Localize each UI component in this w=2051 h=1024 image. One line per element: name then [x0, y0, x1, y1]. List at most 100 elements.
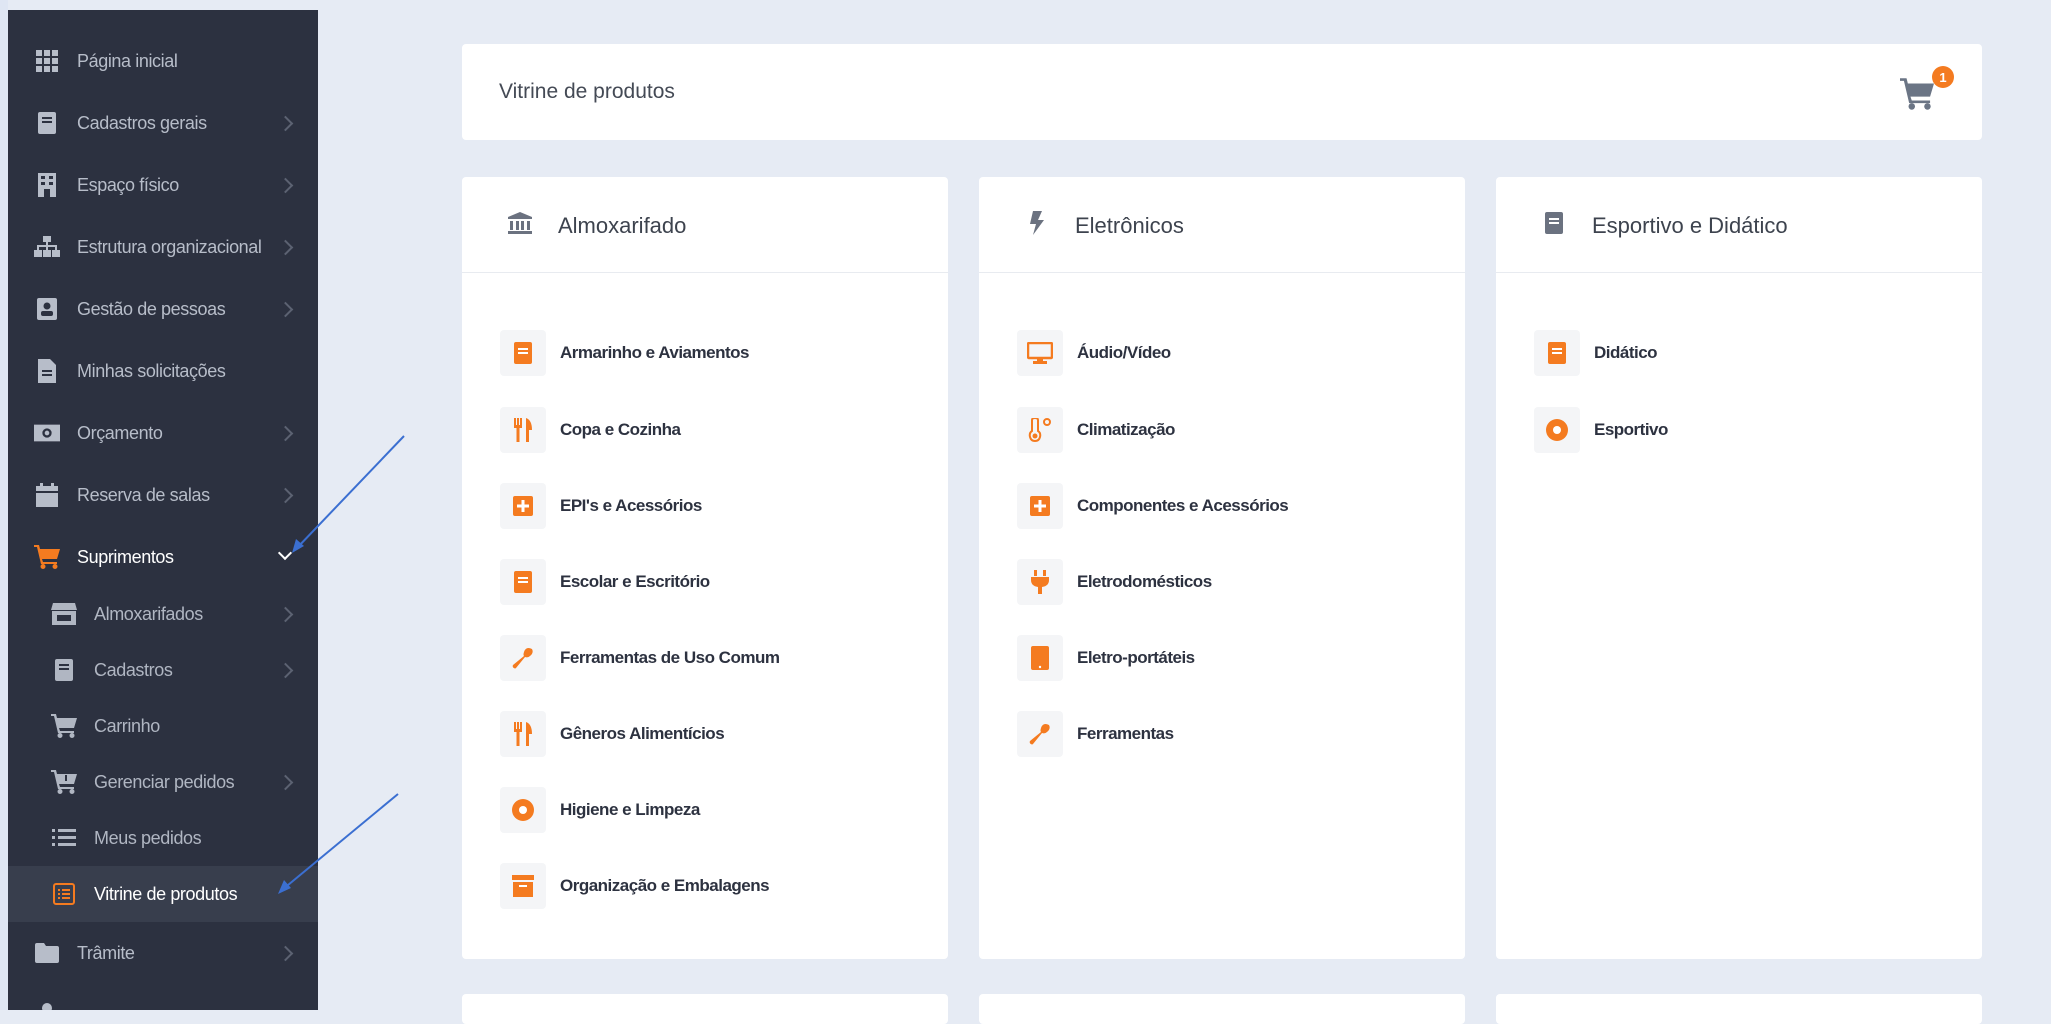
category-header: Eletrônicos: [979, 177, 1465, 273]
subcategory-label: Esportivo: [1594, 420, 1668, 439]
sidebar: Página inicial Cadastros gerais Espaço f…: [8, 10, 318, 1010]
window-edge: [0, 0, 8, 1010]
subcategory-label: Eletro-portáteis: [1077, 648, 1195, 667]
sidebar-item-pagina-inicial[interactable]: Página inicial: [8, 30, 318, 92]
grid-icon: [34, 48, 60, 74]
sidebar-subitem-vitrine-de-produtos[interactable]: Vitrine de produtos: [8, 866, 318, 922]
sidebar-item-cadastros-gerais[interactable]: Cadastros gerais: [8, 92, 318, 154]
sidebar-item-suprimentos[interactable]: Suprimentos: [8, 526, 318, 588]
file-icon: [34, 358, 60, 384]
subcategory-escolar[interactable]: Escolar e Escritório: [500, 558, 710, 606]
subcategory-label: EPI's e Acessórios: [560, 496, 702, 515]
cart-arrow-icon: [51, 769, 77, 795]
tablet-icon: [1017, 635, 1063, 681]
subcategory-copa-cozinha[interactable]: Copa e Cozinha: [500, 406, 681, 454]
chevron-right-icon: [277, 301, 294, 317]
chevron-right-icon: [277, 662, 294, 678]
subcategory-label: Organização e Embalagens: [560, 876, 770, 895]
category-card-esportivo-didatico: Esportivo e Didático Didático Esportivo: [1496, 177, 1982, 959]
bolt-icon: [1025, 211, 1049, 235]
subcategory-climatizacao[interactable]: Climatização: [1017, 406, 1175, 454]
subcategory-label: Ferramentas de Uso Comum: [560, 648, 780, 667]
chevron-down-icon: [277, 545, 293, 561]
sidebar-item-label: Minhas solicitações: [77, 360, 226, 381]
subcategory-label: Gêneros Alimentícios: [560, 724, 725, 743]
category-card-eletronicos: Eletrônicos Áudio/Vídeo Climatização Com…: [979, 177, 1465, 959]
sidebar-item-orcamento[interactable]: Orçamento: [8, 402, 318, 464]
plus-square-icon: [1017, 483, 1063, 529]
bank-icon: [508, 211, 532, 235]
sidebar-item-tramite[interactable]: Trâmite: [8, 922, 318, 984]
sidebar-subitem-almoxarifados[interactable]: Almoxarifados: [8, 586, 318, 642]
sidebar-item-label: Espaço físico: [77, 174, 179, 195]
category-header: Esportivo e Didático: [1496, 177, 1982, 273]
subcategory-label: Climatização: [1077, 420, 1175, 439]
sidebar-item-gestao-de-pessoas[interactable]: Gestão de pessoas: [8, 278, 318, 340]
utensils-icon: [500, 711, 546, 757]
sidebar-item-espaco-fisico[interactable]: Espaço físico: [8, 154, 318, 216]
archive-icon: [500, 863, 546, 909]
subcategory-epis[interactable]: EPI's e Acessórios: [500, 482, 702, 530]
subcategory-label: Copa e Cozinha: [560, 420, 681, 439]
subcategory-label: Didático: [1594, 343, 1658, 362]
cart-button[interactable]: 1: [1896, 66, 1954, 118]
subcategory-componentes[interactable]: Componentes e Acessórios: [1017, 482, 1289, 530]
category-title: Eletrônicos: [1075, 213, 1184, 238]
subcategory-label: Áudio/Vídeo: [1077, 343, 1171, 362]
subcategory-ferramentas-uso-comum[interactable]: Ferramentas de Uso Comum: [500, 634, 780, 682]
utensils-icon: [500, 407, 546, 453]
category-card-almoxarifado: Almoxarifado Armarinho e Aviamentos Copa…: [462, 177, 948, 959]
category-card-partial: [979, 994, 1465, 1024]
circle-icon: [500, 787, 546, 833]
subcategory-eletro-portateis[interactable]: Eletro-portáteis: [1017, 634, 1195, 682]
sidebar-subitem-carrinho[interactable]: Carrinho: [8, 698, 318, 754]
subcategory-esportivo[interactable]: Esportivo: [1534, 406, 1668, 454]
page-header: Vitrine de produtos 1: [462, 44, 1982, 140]
chevron-right-icon: [277, 606, 294, 622]
store-icon: [51, 601, 77, 627]
chevron-right-icon: [277, 177, 294, 193]
sidebar-item-label: Cadastros gerais: [77, 112, 207, 133]
sidebar-item-label: Suprimentos: [77, 546, 174, 567]
folder-icon: [34, 940, 60, 966]
book-icon: [51, 657, 77, 683]
sidebar-subitem-meus-pedidos[interactable]: Meus pedidos: [8, 810, 318, 866]
chevron-right-icon: [277, 945, 294, 961]
wrench-icon: [500, 635, 546, 681]
category-card-partial: [462, 994, 948, 1024]
subcategory-label: Eletrodomésticos: [1077, 572, 1212, 591]
sidebar-item-reserva-de-salas[interactable]: Reserva de salas: [8, 464, 318, 526]
subcategory-eletrodomesticos[interactable]: Eletrodomésticos: [1017, 558, 1212, 606]
subcategory-generos-alimenticios[interactable]: Gêneros Alimentícios: [500, 710, 725, 758]
plug-icon: [1017, 559, 1063, 605]
plus-square-icon: [500, 483, 546, 529]
sidebar-subitem-label: Vitrine de produtos: [94, 883, 238, 904]
sidebar-item-label: Estrutura organizacional: [77, 236, 262, 257]
sidebar-subitem-cadastros[interactable]: Cadastros: [8, 642, 318, 698]
subcategory-label: Ferramentas: [1077, 724, 1174, 743]
subcategory-audio-video[interactable]: Áudio/Vídeo: [1017, 329, 1171, 377]
person-badge-icon: [34, 296, 60, 322]
sidebar-subitem-gerenciar-pedidos[interactable]: Gerenciar pedidos: [8, 754, 318, 810]
person-icon: [34, 1000, 60, 1010]
chevron-right-icon: [277, 487, 294, 503]
sidebar-item-minhas-solicitacoes[interactable]: Minhas solicitações: [8, 340, 318, 402]
page-title: Vitrine de produtos: [499, 80, 675, 103]
subcategory-higiene-limpeza[interactable]: Higiene e Limpeza: [500, 786, 700, 834]
sidebar-subitem-label: Meus pedidos: [94, 827, 202, 848]
sidebar-item-label: Trâmite: [77, 942, 135, 963]
list-icon: [51, 825, 77, 851]
subcategory-armarinho[interactable]: Armarinho e Aviamentos: [500, 329, 749, 377]
sidebar-item-estrutura-organizacional[interactable]: Estrutura organizacional: [8, 216, 318, 278]
sidebar-subitem-label: Carrinho: [94, 715, 160, 736]
subcategory-organizacao-embalagens[interactable]: Organização e Embalagens: [500, 862, 770, 910]
subcategory-didatico[interactable]: Didático: [1534, 329, 1658, 377]
thermometer-icon: [1017, 407, 1063, 453]
chevron-right-icon: [277, 425, 294, 441]
book-icon: [1534, 330, 1580, 376]
cart-count-badge: 1: [1932, 66, 1954, 88]
chevron-right-icon: [277, 115, 294, 131]
sitemap-icon: [34, 234, 60, 260]
subcategory-ferramentas[interactable]: Ferramentas: [1017, 710, 1174, 758]
book-icon: [500, 330, 546, 376]
